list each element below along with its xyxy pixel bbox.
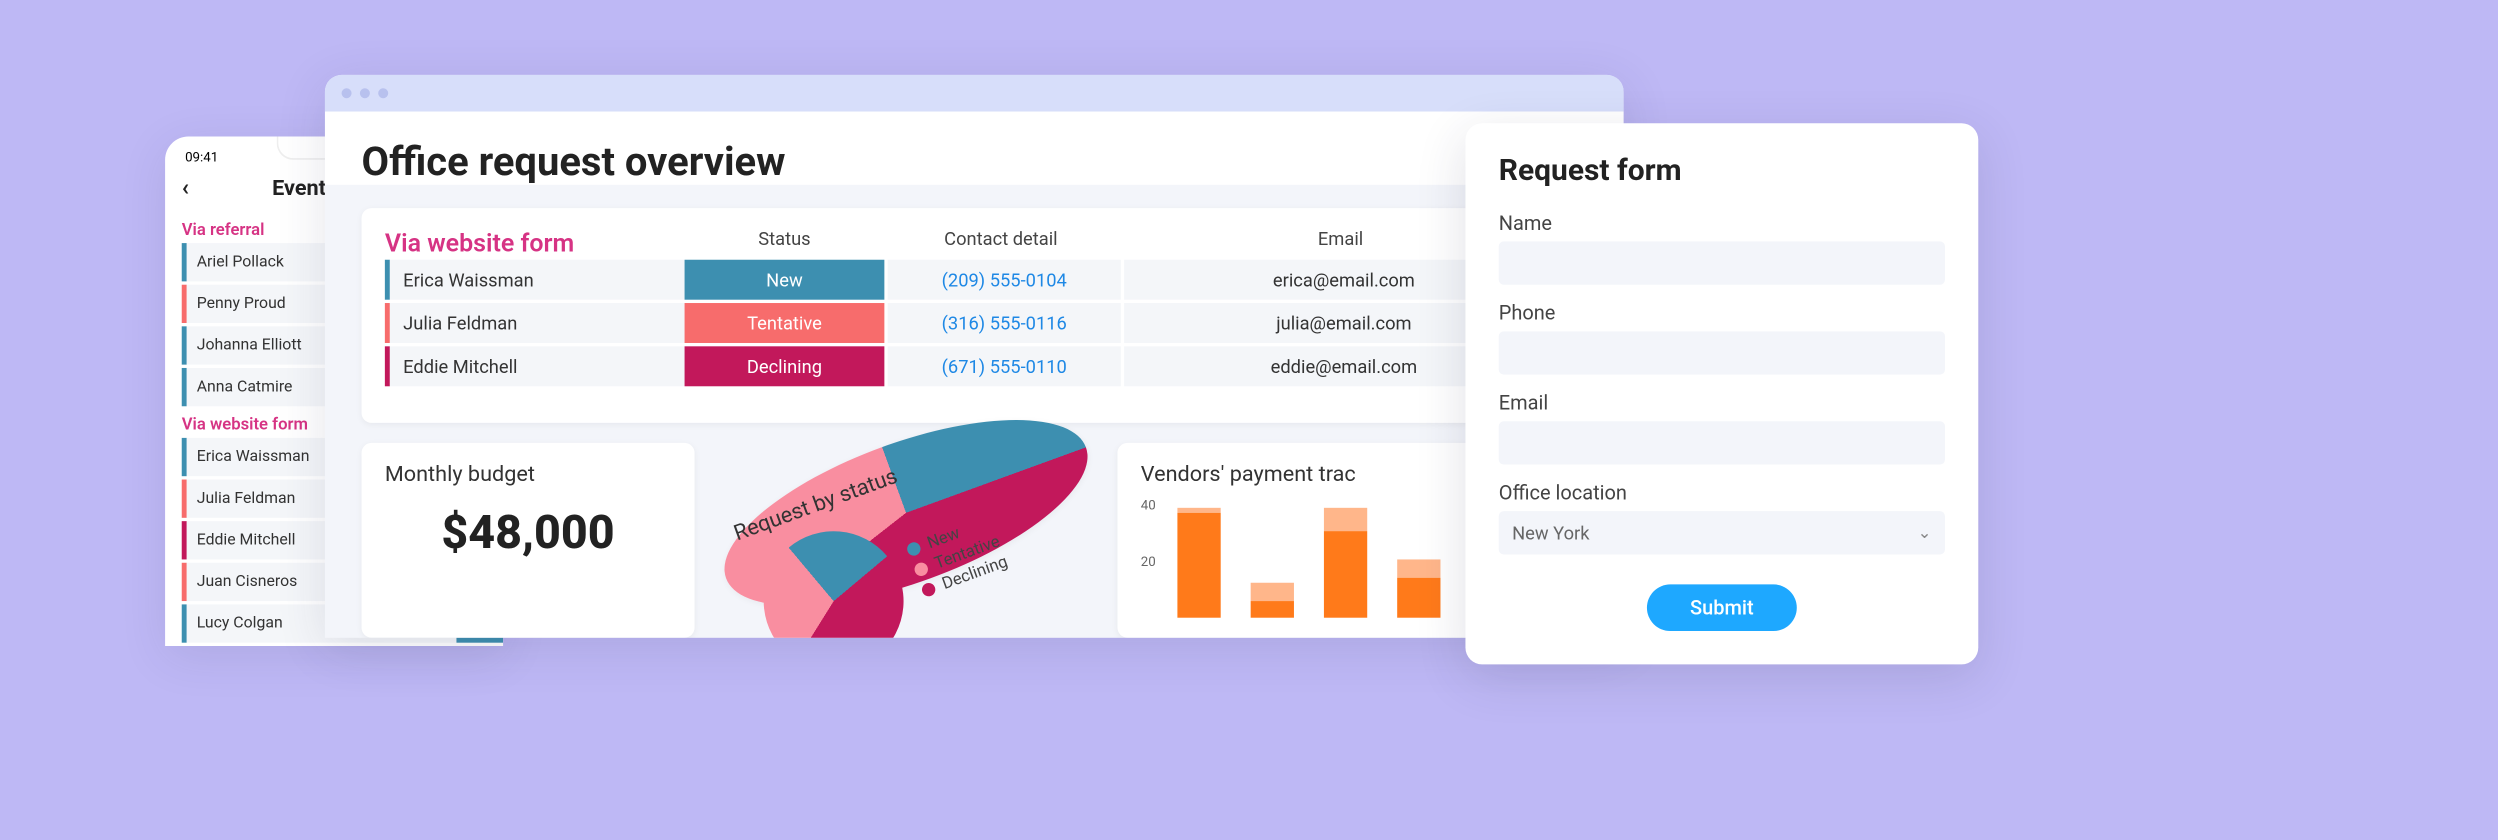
budget-title: Monthly budget [385,463,671,488]
form-title: Request form [1499,153,1945,188]
name-label: Name [1499,211,1945,234]
legend-swatch [920,581,937,598]
col-status: Status [685,228,885,250]
location-value: New York [1512,522,1589,544]
contact-name: Julia Feldman [390,303,685,343]
contact-phone[interactable]: (316) 555-0116 [888,303,1121,343]
request-form: Request form Name Phone Email Office loc… [1465,123,1978,664]
bar-column [1177,507,1220,618]
contact-name: Eddie Mitchell [390,346,685,386]
y-tick: 20 [1141,554,1156,569]
table-row[interactable]: Julia FeldmanTentative(316) 555-0116juli… [385,303,1564,343]
traffic-light-icon [360,88,370,98]
table-row[interactable]: Erica WaissmanNew(209) 555-0104erica@ema… [385,260,1564,300]
email-input[interactable] [1499,421,1945,464]
contact-name: Erica Waissman [390,260,685,300]
name-input[interactable] [1499,241,1945,284]
bar-segment [1251,600,1294,617]
y-tick: 40 [1141,498,1156,513]
budget-value: $48,000 [385,504,671,559]
email-label: Email [1499,391,1945,414]
location-select[interactable]: New York ⌄ [1499,511,1945,554]
bar-segment [1177,513,1220,618]
bar-column [1251,583,1294,618]
legend-swatch [913,561,930,578]
traffic-light-icon [342,88,352,98]
legend-swatch [905,540,922,557]
bar-segment [1397,559,1440,576]
bar-column [1324,507,1367,618]
status-badge: New [685,260,885,300]
location-label: Office location [1499,481,1945,504]
bar-segment [1324,530,1367,617]
bar-column [1397,559,1440,617]
traffic-light-icon [378,88,388,98]
bar-segment [1251,583,1294,600]
submit-button[interactable]: Submit [1647,584,1797,631]
contact-phone[interactable]: (209) 555-0104 [888,260,1121,300]
phone-input[interactable] [1499,331,1945,374]
col-contact: Contact detail [884,228,1117,250]
bar-segment [1397,577,1440,618]
browser-window: Office request overview Via website form… [325,75,1624,638]
status-badge: Declining [685,346,885,386]
chevron-down-icon: ⌄ [1918,524,1932,542]
request-table: Via website form Status Contact detail E… [362,208,1587,423]
contact-phone[interactable]: (671) 555-0110 [888,346,1121,386]
status-badge: Tentative [685,303,885,343]
phone-label: Phone [1499,301,1945,324]
budget-card: Monthly budget $48,000 [362,443,695,638]
page-title: Office request overview [362,138,1587,185]
window-chrome [325,75,1624,112]
bar-segment [1324,507,1367,530]
table-row[interactable]: Eddie MitchellDeclining(671) 555-0110edd… [385,346,1564,386]
